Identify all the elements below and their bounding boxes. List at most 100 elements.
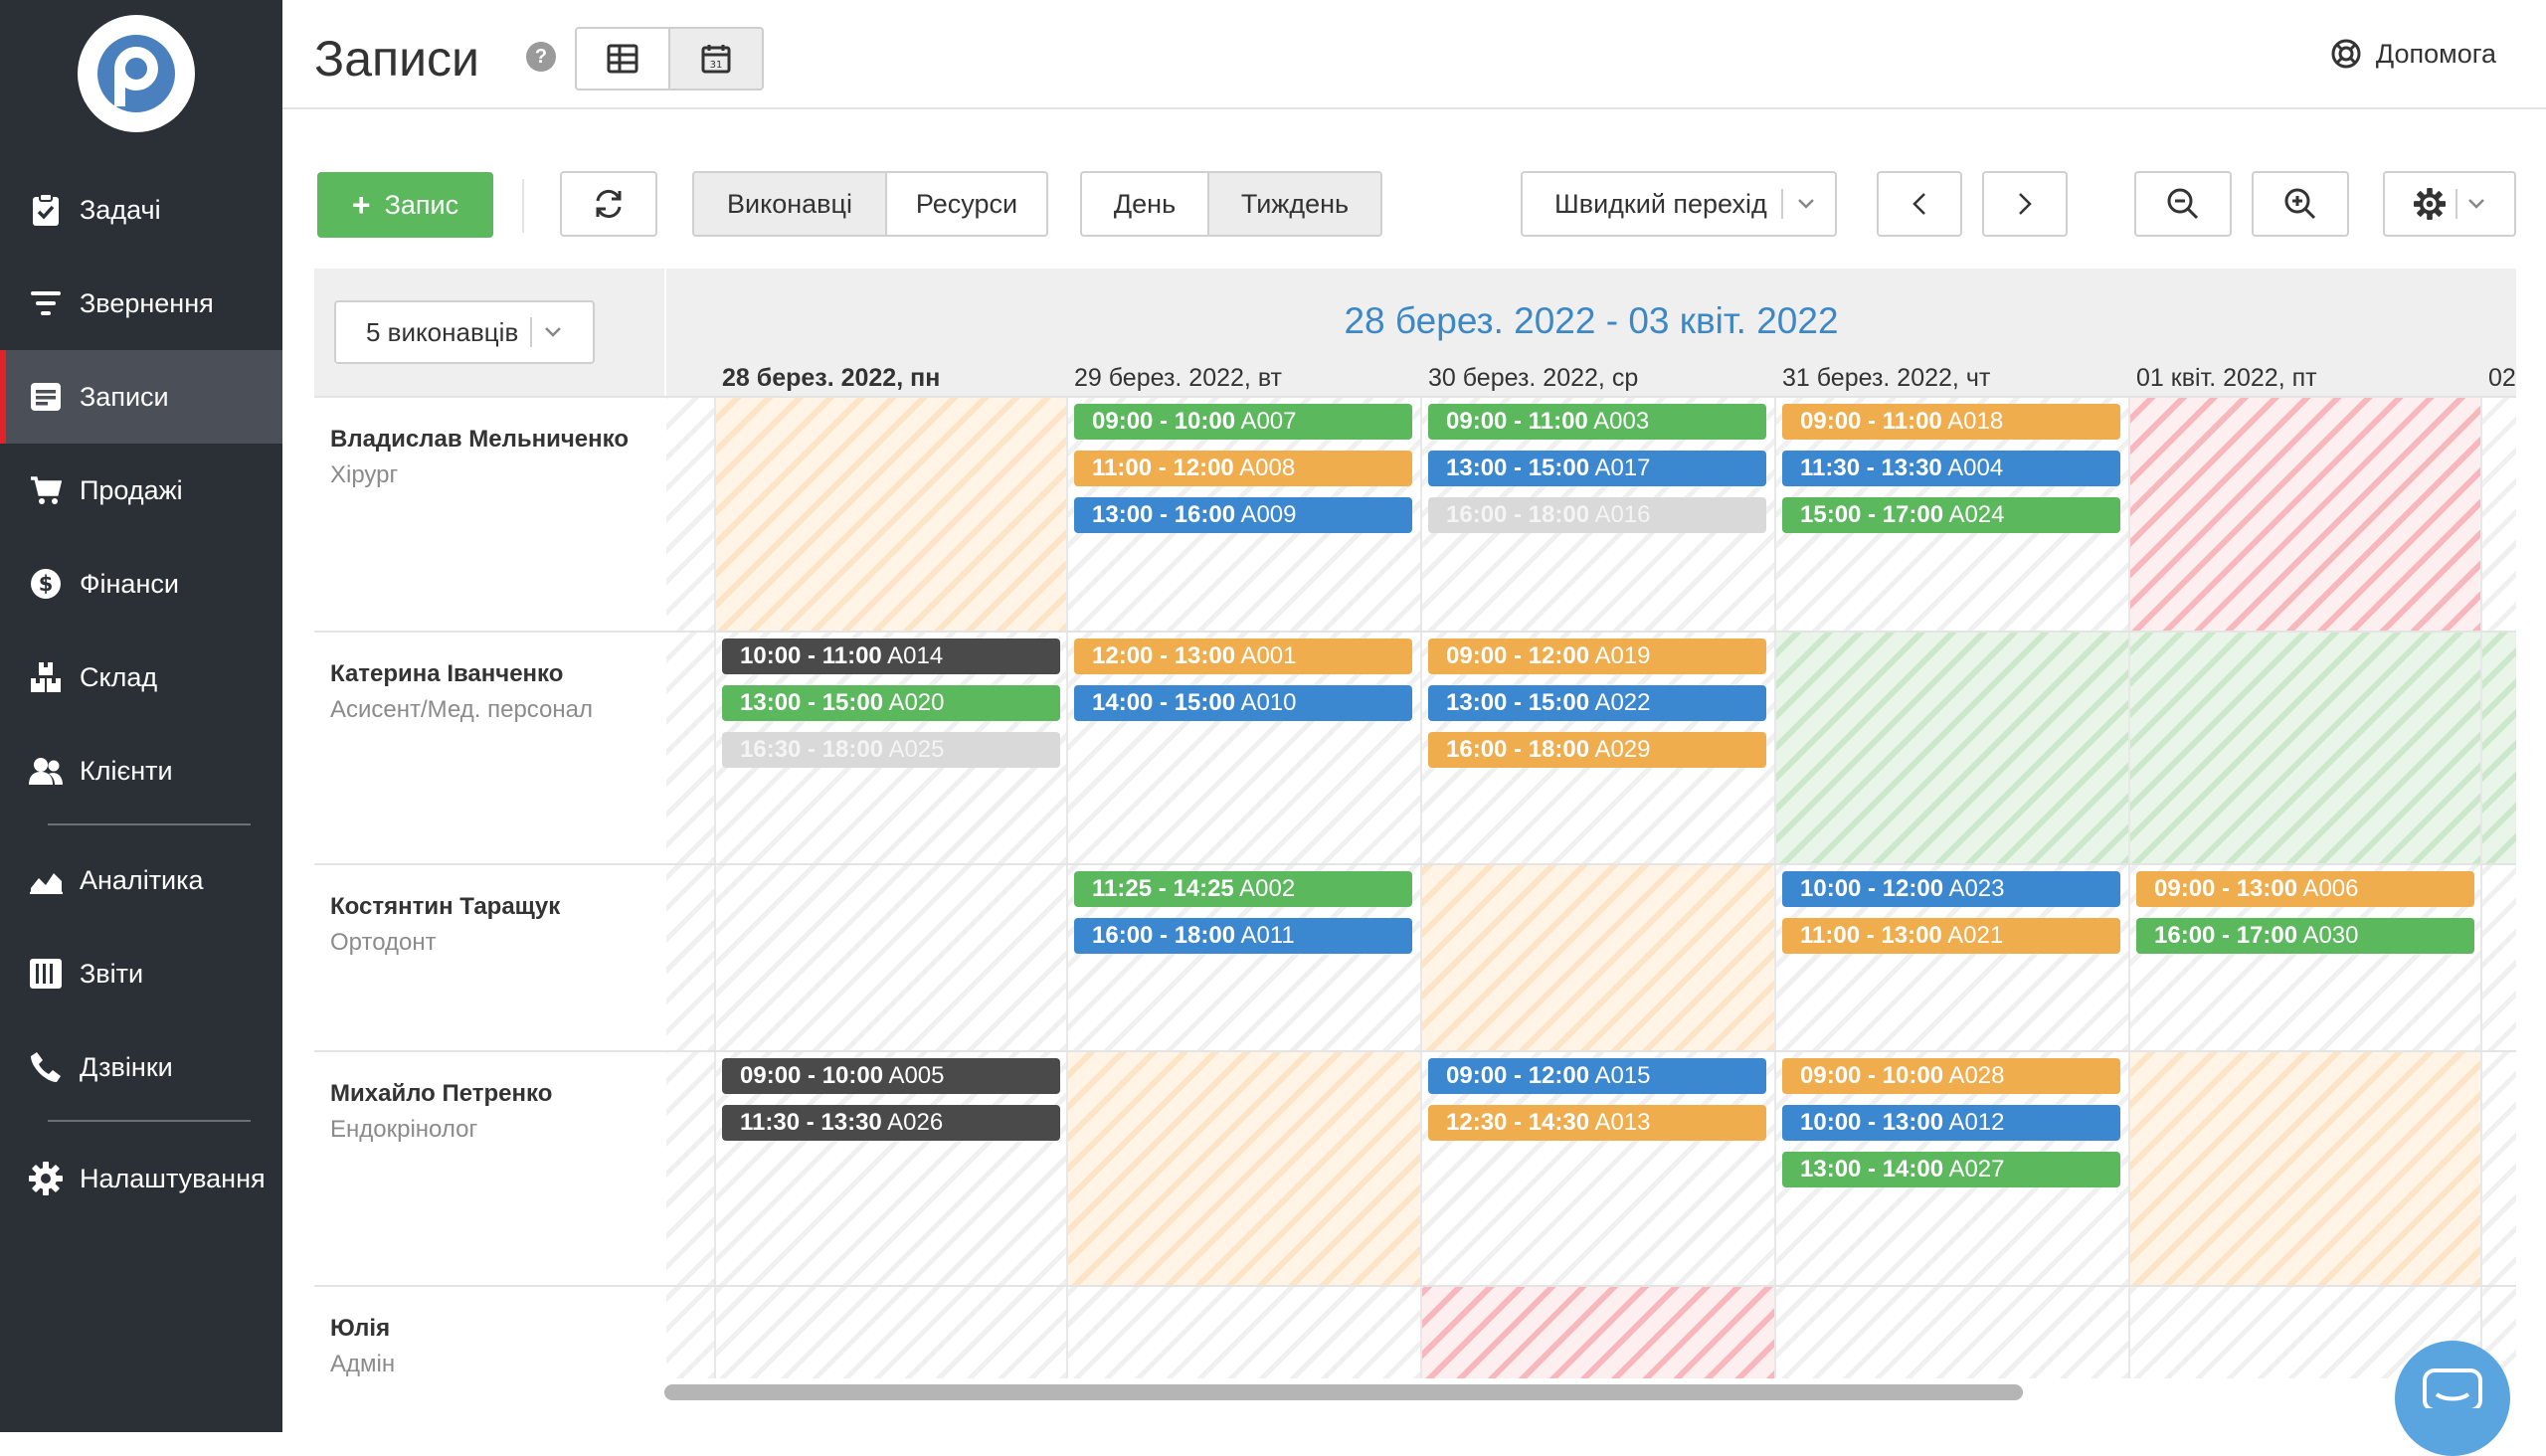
event-time: 09:00 - 12:00 (1446, 1062, 1590, 1089)
day-header[interactable]: 02 (2488, 364, 2516, 393)
appointment-event[interactable]: 10:00 - 13:00 A012 (1782, 1105, 2120, 1141)
event-time: 10:00 - 12:00 (1800, 875, 1944, 902)
sidebar-item-calls[interactable]: Дзвінки (0, 1020, 282, 1114)
performer-name[interactable]: Юлія (330, 1315, 390, 1343)
date-range-title: 28 берез. 2022 - 03 квіт. 2022 (1344, 300, 1839, 341)
day-header[interactable]: 31 берез. 2022, чт (1782, 364, 1990, 393)
appointment-event[interactable]: 09:00 - 12:00 A019 (1428, 638, 1766, 674)
performers-toggle[interactable]: Виконавці (692, 171, 887, 237)
performer-name[interactable]: Михайло Петренко (330, 1080, 552, 1108)
event-code: A001 (1235, 642, 1297, 669)
app-logo[interactable] (78, 15, 195, 132)
appointment-event[interactable]: 09:00 - 13:00 A006 (2136, 871, 2474, 907)
schedule-cell[interactable] (2480, 398, 2516, 631)
day-header[interactable]: 30 берез. 2022, ср (1428, 364, 1638, 393)
resources-toggle[interactable]: Ресурси (885, 171, 1048, 237)
appointment-event[interactable]: 13:00 - 16:00 A009 (1074, 497, 1412, 533)
zoom-in-button[interactable] (2252, 171, 2349, 237)
previous-week-button[interactable] (1877, 171, 1962, 237)
appointment-event[interactable]: 09:00 - 11:00 A018 (1782, 404, 2120, 440)
sidebar-item-requests[interactable]: Звернення (0, 257, 282, 350)
appointment-event[interactable]: 09:00 - 10:00 A007 (1074, 404, 1412, 440)
performers-filter-dropdown[interactable]: 5 виконавців (334, 300, 595, 364)
schedule-cell[interactable] (2128, 633, 2480, 863)
appointment-event[interactable]: 11:00 - 12:00 A008 (1074, 451, 1412, 486)
appointment-event[interactable]: 13:00 - 15:00 A020 (722, 685, 1060, 721)
schedule-cell[interactable] (1420, 865, 1774, 1050)
appointment-event[interactable]: 09:00 - 12:00 A015 (1428, 1058, 1766, 1094)
table-view-button[interactable] (575, 27, 670, 91)
appointment-event[interactable]: 12:00 - 13:00 A001 (1074, 638, 1412, 674)
appointment-event[interactable]: 13:00 - 15:00 A022 (1428, 685, 1766, 721)
appointment-event[interactable]: 10:00 - 11:00 A014 (722, 638, 1060, 674)
appointment-event[interactable]: 11:30 - 13:30 A026 (722, 1105, 1060, 1141)
day-header[interactable]: 28 берез. 2022, пн (722, 364, 940, 393)
schedule-cell[interactable] (2480, 633, 2516, 863)
help-link[interactable]: Допомога (2330, 38, 2496, 70)
event-time: 13:00 - 16:00 (1092, 501, 1236, 528)
schedule-cell[interactable] (2480, 865, 2516, 1050)
sidebar-item-finance[interactable]: $ Фінанси (0, 537, 282, 631)
appointment-event[interactable]: 11:00 - 13:00 A021 (1782, 918, 2120, 954)
schedule-cell[interactable] (714, 1287, 1066, 1378)
boxes-icon (28, 659, 64, 695)
chat-widget-button[interactable] (2395, 1341, 2510, 1456)
day-view-button[interactable]: День (1080, 171, 1209, 237)
zoom-out-button[interactable] (2134, 171, 2232, 237)
help-question-icon[interactable]: ? (526, 42, 556, 72)
appointment-event[interactable]: 11:25 - 14:25 A002 (1074, 871, 1412, 907)
schedule-cell[interactable] (1774, 633, 2128, 863)
add-record-button[interactable]: + Запис (317, 172, 493, 238)
schedule-cell[interactable] (2128, 1052, 2480, 1285)
performer-name[interactable]: Владислав Мельниченко (330, 426, 629, 454)
event-code: A009 (1235, 501, 1297, 528)
appointment-event[interactable]: 11:30 - 13:30 A004 (1782, 451, 2120, 486)
sidebar-item-analytics[interactable]: Аналітика (0, 833, 282, 927)
appointment-event[interactable]: 16:00 - 17:00 A030 (2136, 918, 2474, 954)
event-code: A017 (1589, 455, 1651, 481)
schedule-cell[interactable] (2480, 1052, 2516, 1285)
performer-name[interactable]: Катерина Іванченко (330, 660, 563, 688)
sidebar-item-reports[interactable]: Звіти (0, 927, 282, 1020)
event-time: 13:00 - 15:00 (1446, 689, 1590, 716)
appointment-event[interactable]: 16:30 - 18:00 A025 (722, 732, 1060, 768)
sidebar-item-sales[interactable]: Продажі (0, 444, 282, 537)
schedule-cell[interactable] (1066, 1052, 1420, 1285)
appointment-event[interactable]: 16:00 - 18:00 A029 (1428, 732, 1766, 768)
appointment-event[interactable]: 13:00 - 15:00 A017 (1428, 451, 1766, 486)
schedule-cell[interactable] (1420, 1287, 1774, 1378)
performer-name[interactable]: Костянтин Таращук (330, 893, 560, 921)
week-view-button[interactable]: Тиждень (1207, 171, 1382, 237)
schedule-cell[interactable] (714, 398, 1066, 631)
appointment-event[interactable]: 16:00 - 18:00 A016 (1428, 497, 1766, 533)
quick-jump-dropdown[interactable]: Швидкий перехід (1521, 171, 1837, 237)
day-header[interactable]: 29 берез. 2022, вт (1074, 364, 1282, 393)
refresh-button[interactable] (560, 171, 657, 237)
appointment-event[interactable]: 09:00 - 10:00 A005 (722, 1058, 1060, 1094)
appointment-event[interactable]: 16:00 - 18:00 A011 (1074, 918, 1412, 954)
scrollbar-thumb[interactable] (664, 1384, 2023, 1400)
schedule-cell[interactable] (1774, 1287, 2128, 1378)
appointment-event[interactable]: 12:30 - 14:30 A013 (1428, 1105, 1766, 1141)
event-time: 10:00 - 13:00 (1800, 1109, 1944, 1136)
appointment-event[interactable]: 10:00 - 12:00 A023 (1782, 871, 2120, 907)
appointment-event[interactable]: 13:00 - 14:00 A027 (1782, 1152, 2120, 1187)
next-week-button[interactable] (1982, 171, 2068, 237)
appointment-event[interactable]: 14:00 - 15:00 A010 (1074, 685, 1412, 721)
calendar-view-button[interactable]: 31 (668, 27, 764, 91)
sidebar-item-tasks[interactable]: Задачі (0, 163, 282, 257)
settings-dropdown-button[interactable] (2383, 171, 2516, 237)
day-header[interactable]: 01 квіт. 2022, пт (2136, 364, 2317, 393)
schedule-cell[interactable] (1066, 1287, 1420, 1378)
appointment-event[interactable]: 09:00 - 10:00 A028 (1782, 1058, 2120, 1094)
appointment-event[interactable]: 15:00 - 17:00 A024 (1782, 497, 2120, 533)
schedule-cell[interactable] (714, 865, 1066, 1050)
appointment-event[interactable]: 09:00 - 11:00 A003 (1428, 404, 1766, 440)
schedule-cell[interactable] (2128, 398, 2480, 631)
sidebar-item-clients[interactable]: Клієнти (0, 724, 282, 818)
sidebar-item-settings[interactable]: Налаштування (0, 1132, 282, 1225)
plus-icon: + (351, 187, 371, 223)
sidebar-item-records[interactable]: Записи (0, 350, 282, 444)
sidebar-item-warehouse[interactable]: Склад (0, 631, 282, 724)
event-time: 11:25 - 14:25 (1092, 875, 1234, 902)
